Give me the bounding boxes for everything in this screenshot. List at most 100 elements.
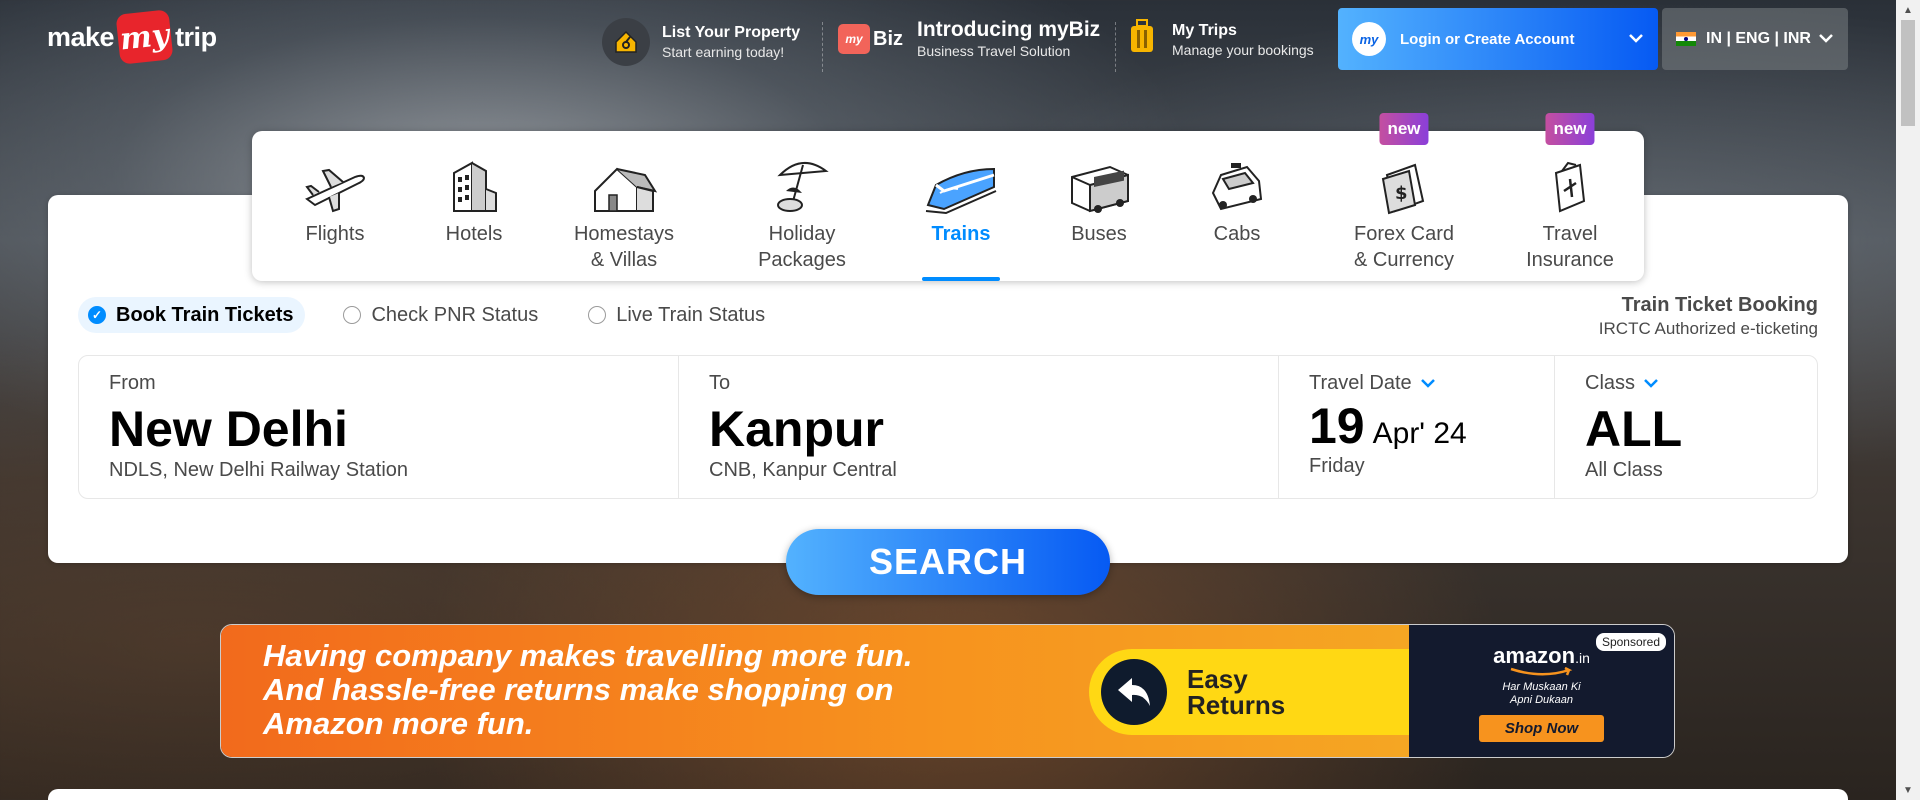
bus-icon (1036, 145, 1162, 215)
list-property-link[interactable]: List Your Property Start earning today! (602, 18, 800, 66)
my-trips-link[interactable]: My Trips Manage your bookings (1128, 18, 1314, 61)
amazon-ad-banner[interactable]: Having company makes travelling more fun… (220, 624, 1675, 758)
mybiz-subtitle: Business Travel Solution (917, 43, 1071, 59)
login-button[interactable]: my Login or Create Account (1338, 8, 1658, 70)
list-property-subtitle: Start earning today! (662, 44, 785, 60)
from-field[interactable]: From New Delhi NDLS, New Delhi Railway S… (79, 356, 679, 498)
makemytrip-logo[interactable]: make my trip (47, 9, 217, 65)
ad-text: Having company makes travelling more fun… (263, 639, 912, 741)
nav-item-holiday[interactable]: Holiday Packages (718, 131, 886, 281)
nav-label: Flights (305, 223, 365, 245)
chevron-down-icon (1628, 30, 1644, 48)
nav-item-trains[interactable]: Trains (886, 131, 1036, 281)
booking-info-subtitle: IRCTC Authorized e-ticketing (1598, 319, 1818, 338)
travel-date-month-year: Apr' 24 (1372, 417, 1467, 450)
ad-text-line: Having company makes travelling more fun… (263, 638, 913, 673)
easy-returns-pill: Easy Returns (1089, 649, 1409, 735)
from-city: New Delhi (109, 401, 348, 457)
amazon-brand: amazon (1493, 643, 1576, 668)
nav-label: Trains (931, 223, 991, 245)
nav-item-insurance[interactable]: new Travel Insurance (1496, 113, 1644, 281)
my-trips-subtitle: Manage your bookings (1172, 41, 1314, 58)
nav-label: Holiday Packages (758, 223, 846, 271)
insurance-icon (1496, 145, 1644, 215)
logo-word-make: make (47, 21, 115, 52)
house-key-icon (602, 18, 650, 66)
new-badge: new (1545, 113, 1595, 145)
class-label: Class (1585, 372, 1636, 394)
from-station: NDLS, New Delhi Railway Station (109, 459, 409, 481)
radio-check-pnr-status[interactable]: Check PNR Status (333, 297, 550, 333)
travel-date-day: 19 (1309, 398, 1365, 454)
shop-now-button[interactable]: Shop Now (1478, 715, 1605, 742)
chevron-down-icon (1420, 375, 1436, 393)
scrollbar-thumb[interactable] (1901, 20, 1915, 126)
travel-date-label: Travel Date (1309, 372, 1412, 394)
nav-item-forex[interactable]: new $ Forex Card & Currency (1312, 113, 1496, 281)
mybiz-title: Introducing myBiz (917, 18, 1101, 41)
radio-label: Live Train Status (616, 303, 766, 326)
svg-text:$: $ (1395, 183, 1408, 204)
nav-item-buses[interactable]: Buses (1036, 131, 1162, 281)
offers-card (48, 789, 1848, 800)
new-badge: new (1379, 113, 1429, 145)
nav-label: Homestays & Villas (573, 223, 675, 271)
scroll-up-icon[interactable]: ▲ (1896, 0, 1920, 20)
logo-word-trip: trip (175, 21, 217, 52)
radio-label: Check PNR Status (371, 303, 539, 326)
to-city: Kanpur (709, 401, 884, 457)
from-label: From (109, 372, 156, 394)
list-property-title: List Your Property (662, 24, 801, 41)
class-value: ALL (1585, 401, 1683, 457)
header-divider (822, 22, 823, 72)
class-field[interactable]: Class ALL All Class (1555, 356, 1817, 498)
mybiz-link[interactable]: my Biz Introducing myBiz Business Travel… (838, 18, 1100, 60)
ad-left-panel: Having company makes travelling more fun… (221, 625, 1409, 757)
mybiz-icon: my Biz (838, 24, 903, 54)
search-button[interactable]: SEARCH (786, 529, 1110, 595)
sponsored-badge: Sponsored (1595, 633, 1666, 651)
to-station: CNB, Kanpur Central (709, 459, 897, 481)
ad-text-line: Amazon more fun. (263, 706, 534, 741)
radio-circle-icon (588, 306, 607, 324)
easy-returns-line: Returns (1187, 690, 1286, 720)
locale-selector[interactable]: IN | ENG | INR (1662, 8, 1848, 70)
nav-label: Travel Insurance (1526, 223, 1614, 271)
search-fields: From New Delhi NDLS, New Delhi Railway S… (78, 355, 1818, 499)
travel-date-weekday: Friday (1309, 455, 1365, 477)
nav-item-cabs[interactable]: Cabs (1162, 131, 1312, 281)
easy-returns-line: Easy (1187, 664, 1248, 694)
nav-item-homestays[interactable]: Homestays & Villas (530, 131, 718, 281)
page-scrollbar[interactable]: ▲ ▼ (1896, 0, 1920, 800)
checkmark-icon: ✓ (88, 306, 106, 324)
mmt-user-icon: my (1352, 22, 1386, 56)
logo-mark: my (115, 9, 174, 65)
radio-label: Book Train Tickets (116, 303, 294, 326)
cab-icon (1162, 145, 1312, 215)
my-trips-title: My Trips (1172, 21, 1237, 39)
nav-label: Forex Card & Currency (1353, 223, 1455, 271)
booking-info: Train Ticket Booking IRCTC Authorized e-… (1599, 294, 1818, 339)
nav-label: Cabs (1213, 223, 1261, 245)
nav-item-hotels[interactable]: Hotels (418, 131, 530, 281)
amazon-tagline: Apni Dukaan (1510, 694, 1573, 706)
return-arrow-icon (1101, 659, 1167, 725)
chevron-down-icon (1818, 30, 1834, 48)
flight-icon (252, 145, 418, 215)
holiday-icon (718, 145, 886, 215)
ad-text-line: And hassle-free returns make shopping on (263, 672, 894, 707)
header-divider (1115, 22, 1116, 72)
top-header: make my trip List Your Property Start ea… (0, 0, 1896, 80)
train-icon (886, 145, 1036, 215)
radio-live-train-status[interactable]: Live Train Status (578, 297, 777, 333)
radio-book-train-tickets[interactable]: ✓ Book Train Tickets (78, 297, 306, 333)
locale-label: IN | ENG | INR (1706, 30, 1811, 47)
nav-item-flights[interactable]: Flights (252, 131, 418, 281)
chevron-down-icon (1643, 375, 1659, 393)
homestay-icon (530, 145, 718, 215)
forex-icon: $ (1312, 145, 1496, 215)
scroll-down-icon[interactable]: ▼ (1896, 780, 1920, 800)
product-nav: Flights Hotels Homestays & Villas Holida… (252, 113, 1644, 281)
to-field[interactable]: To Kanpur CNB, Kanpur Central (679, 356, 1279, 498)
travel-date-field[interactable]: Travel Date 19 Apr' 24 Friday (1279, 356, 1555, 498)
